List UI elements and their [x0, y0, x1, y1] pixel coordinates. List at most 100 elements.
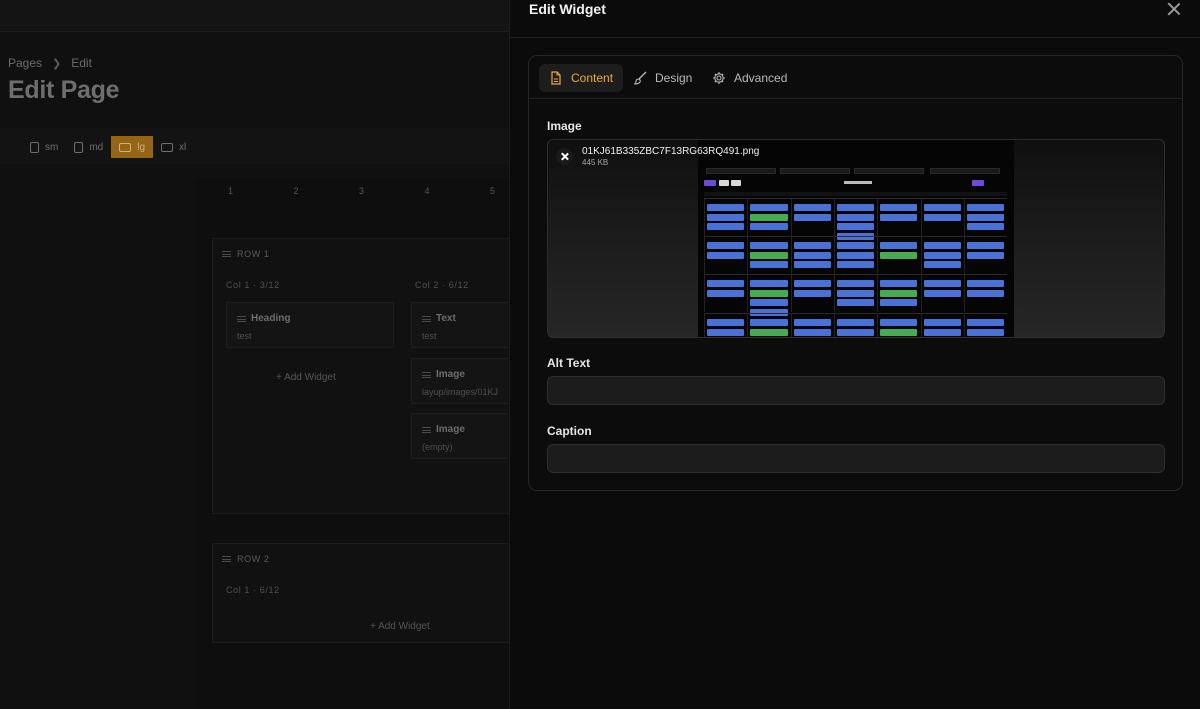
- drag-handle-icon[interactable]: [222, 251, 231, 257]
- breakpoint-xl[interactable]: xl: [153, 136, 194, 158]
- thumbnail-block: [747, 198, 748, 236]
- widget-title: Heading: [251, 313, 291, 324]
- thumbnail-block: [750, 223, 788, 230]
- thumbnail-block: [793, 251, 831, 259]
- thumbnail-block: [707, 251, 745, 259]
- thumbnail-block: [704, 274, 1007, 275]
- image-thumbnail: [698, 140, 1014, 337]
- widget-heading[interactable]: Heading test: [226, 302, 394, 348]
- thumbnail-block: [707, 289, 745, 297]
- thumbnail-block: [880, 319, 918, 326]
- breakpoint-lg[interactable]: lg: [111, 136, 154, 158]
- thumbnail-block: [880, 213, 918, 221]
- breadcrumb-pages[interactable]: Pages: [8, 56, 42, 70]
- thumbnail-block: [790, 198, 792, 236]
- thumbnail-block: [836, 251, 875, 259]
- thumbnail-block: [880, 289, 918, 297]
- thumbnail-block: [704, 198, 705, 236]
- image-upload-preview[interactable]: 01KJ61B335ZBC7F13RG63RQ491.png 445 KB: [547, 139, 1165, 338]
- thumbnail-block: [920, 198, 922, 236]
- tab-label: Design: [655, 71, 693, 85]
- breakpoint-label: md: [89, 141, 104, 153]
- thumbnail-block: [963, 236, 965, 274]
- thumbnail-block: [790, 313, 792, 337]
- thumbnail-block: [793, 280, 831, 287]
- thumbnail-block: [707, 223, 745, 230]
- alt-text-input[interactable]: [547, 376, 1165, 405]
- breadcrumb: Pages ❯ Edit: [8, 56, 92, 70]
- thumbnail-block: [704, 198, 1007, 199]
- file-name: 01KJ61B335ZBC7F13RG63RQ491.png: [582, 146, 760, 157]
- brush-icon: [633, 71, 647, 85]
- thumbnail-block: [836, 299, 875, 306]
- widget-text[interactable]: Text test: [411, 302, 511, 348]
- thumbnail-block: [833, 236, 835, 274]
- file-info: 01KJ61B335ZBC7F13RG63RQ491.png 445 KB: [556, 146, 759, 167]
- add-widget-button[interactable]: + Add Widget: [276, 372, 336, 383]
- thumbnail-block: [880, 280, 918, 287]
- thumbnail-block: [880, 242, 918, 249]
- thumbnail-block: [923, 289, 961, 297]
- grid-number: 3: [359, 186, 365, 196]
- tab-design[interactable]: Design: [623, 64, 702, 92]
- thumbnail-block: [923, 204, 961, 211]
- drag-handle-icon[interactable]: [422, 427, 431, 433]
- tab-bar: Content Design Advanced: [529, 56, 1182, 99]
- tab-content[interactable]: Content: [539, 64, 624, 92]
- thumbnail-block: [793, 242, 831, 249]
- thumbnail-block: [793, 261, 831, 268]
- remove-image-button[interactable]: [556, 148, 573, 165]
- edit-widget-drawer: Edit Widget Content Design Advanced Imag…: [509, 0, 1200, 709]
- row-2-header[interactable]: ROW 2: [222, 554, 270, 564]
- drag-handle-icon[interactable]: [237, 316, 246, 322]
- thumbnail-block: [704, 313, 705, 337]
- phone-icon: [30, 141, 39, 153]
- thumbnail-block: [780, 168, 850, 174]
- add-widget-button[interactable]: + Add Widget: [370, 621, 430, 632]
- drag-handle-icon[interactable]: [422, 316, 431, 322]
- breakpoint-label: xl: [179, 141, 187, 153]
- thumbnail-block: [877, 313, 878, 337]
- image-label: Image: [547, 119, 582, 133]
- thumbnail-block: [966, 223, 1005, 230]
- drag-handle-icon[interactable]: [422, 372, 431, 378]
- drag-handle-icon[interactable]: [222, 556, 231, 562]
- thumbnail-block: [750, 289, 788, 297]
- thumbnail-block: [963, 274, 965, 312]
- breakpoint-switcher: sm md lg xl: [22, 136, 194, 158]
- thumbnail-block: [707, 319, 745, 326]
- thumbnail-block: [966, 213, 1005, 221]
- thumbnail-block: [966, 251, 1005, 259]
- caption-input[interactable]: [547, 444, 1165, 473]
- widget-image-empty[interactable]: Image (empty): [411, 413, 511, 459]
- widget-settings-panel: Content Design Advanced Image 01KJ61B335…: [528, 55, 1183, 491]
- close-icon[interactable]: [1167, 2, 1181, 16]
- thumbnail-block: [923, 213, 961, 221]
- thumbnail-block: [731, 180, 741, 186]
- thumbnail-block: [793, 289, 831, 297]
- thumbnail-block: [704, 236, 705, 274]
- thumbnail-block: [966, 289, 1005, 297]
- widget-image[interactable]: Image layup/images/01KJ: [411, 358, 511, 404]
- thumbnail-block: [833, 313, 835, 337]
- thumbnail-block: [793, 319, 831, 326]
- thumbnail-block: [836, 319, 875, 326]
- breakpoint-md[interactable]: md: [66, 136, 111, 158]
- thumbnail-block: [920, 236, 922, 274]
- thumbnail-block: [877, 274, 878, 312]
- col-2-header: Col 2 · 6/12: [415, 280, 469, 290]
- thumbnail-block: [750, 299, 788, 306]
- thumbnail-block: [750, 319, 788, 326]
- row-1-header[interactable]: ROW 1: [222, 249, 270, 259]
- thumbnail-block: [923, 319, 961, 326]
- tab-advanced[interactable]: Advanced: [702, 64, 797, 92]
- thumbnail-block: [704, 192, 1007, 196]
- grid-number: 1: [228, 186, 234, 196]
- breakpoint-sm[interactable]: sm: [22, 136, 66, 158]
- widget-value: test: [237, 331, 252, 341]
- thumbnail-block: [793, 204, 831, 211]
- thumbnail-block: [963, 313, 965, 337]
- row-label: ROW 1: [237, 249, 270, 259]
- thumbnail-block: [880, 328, 918, 336]
- thumbnail-block: [836, 213, 875, 221]
